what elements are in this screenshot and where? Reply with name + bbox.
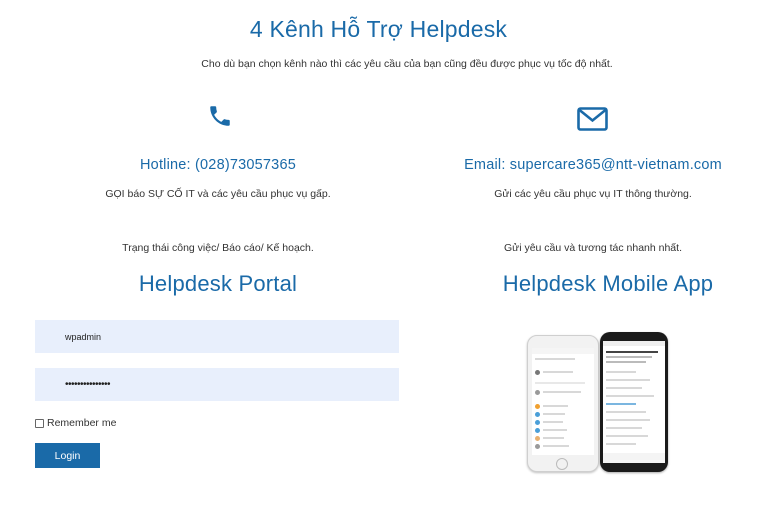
portal-description: Trạng thái công việc/ Báo cáo/ Kế hoạch. — [122, 242, 314, 254]
login-button[interactable]: Login — [35, 443, 100, 468]
remember-me[interactable]: Remember me — [35, 417, 116, 429]
username-value: wpadmin — [65, 331, 102, 342]
remember-label: Remember me — [47, 417, 117, 429]
mobile-description: Gửi yêu cầu và tương tác nhanh nhất. — [504, 242, 682, 254]
white-phone — [527, 335, 599, 472]
email-heading[interactable]: Email: supercare365@ntt-vietnam.com — [436, 157, 750, 173]
black-phone — [600, 332, 668, 472]
hotline-heading: Hotline: (028)73057365 — [140, 157, 296, 173]
email-description: Gửi các yêu cầu phục vụ IT thông thường. — [494, 188, 692, 200]
portal-title: Helpdesk Portal — [138, 271, 298, 296]
password-value: ••••••••••••••• — [65, 379, 111, 390]
page-title: 4 Kênh Hỗ Trợ Helpdesk — [249, 16, 508, 42]
mobile-title: Helpdesk Mobile App — [502, 271, 714, 296]
password-input[interactable]: ••••••••••••••• — [35, 368, 399, 401]
page-subtitle: Cho dù bạn chọn kênh nào thì các yêu cầu… — [201, 58, 613, 70]
phone-icon — [207, 103, 233, 134]
hotline-description: GỌI báo SỰ CỐ IT và các yêu cầu phục vụ … — [105, 188, 331, 200]
envelope-icon — [577, 107, 608, 136]
username-input[interactable]: wpadmin — [35, 320, 399, 353]
phones-image — [524, 332, 669, 474]
remember-checkbox[interactable] — [35, 418, 44, 428]
